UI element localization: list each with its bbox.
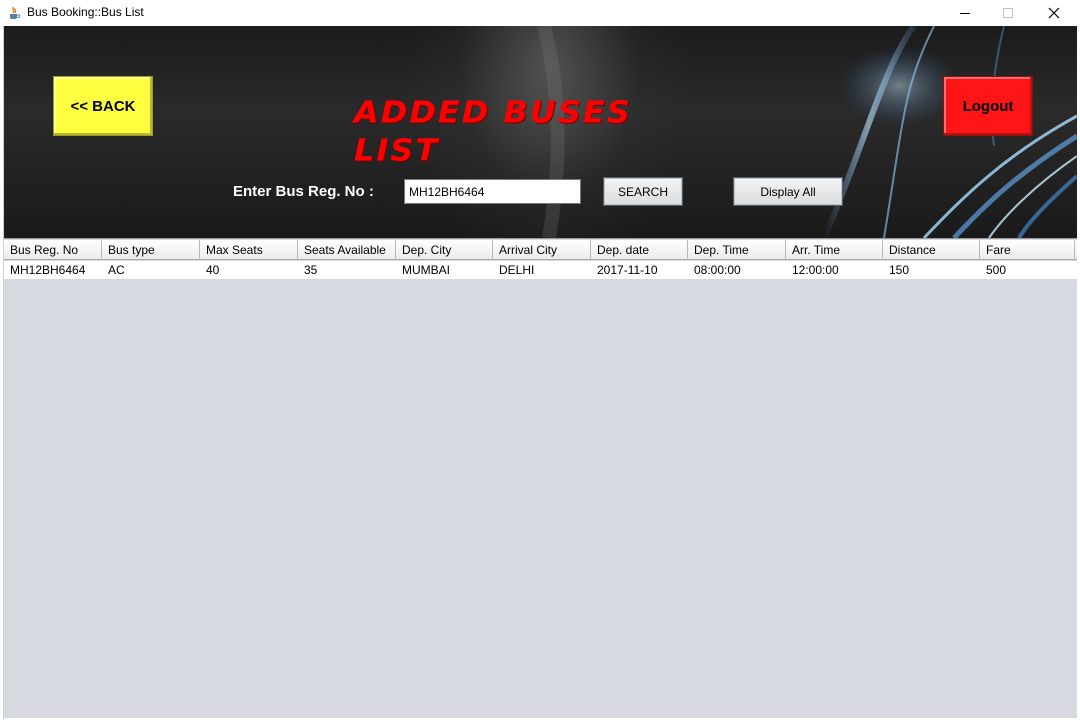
- column-header-max-seats[interactable]: Max Seats: [200, 240, 298, 260]
- java-cup-icon: [6, 5, 22, 21]
- page-title: ADDED BUSES LIST: [354, 93, 632, 169]
- title-bar: Bus Booking::Bus List: [0, 0, 1080, 26]
- cell-distance[interactable]: 150: [883, 261, 980, 279]
- back-button[interactable]: << BACK: [53, 76, 153, 136]
- cell-arrival-city[interactable]: DELHI: [493, 261, 591, 279]
- close-icon: [1048, 7, 1060, 19]
- column-header-bus-reg-no[interactable]: Bus Reg. No: [4, 240, 102, 260]
- table-header: Bus Reg. No Bus type Max Seats Seats Ava…: [4, 240, 1077, 260]
- table-body: MH12BH6464 AC 40 35 MUMBAI DELHI 2017-11…: [4, 261, 1077, 279]
- bus-reg-no-label: Enter Bus Reg. No :: [233, 183, 374, 200]
- cell-seats-available[interactable]: 35: [298, 261, 396, 279]
- cell-arr-time[interactable]: 12:00:00: [786, 261, 883, 279]
- cell-dep-date[interactable]: 2017-11-10: [591, 261, 688, 279]
- column-header-arrival-city[interactable]: Arrival City: [493, 240, 591, 260]
- bus-list-window: Bus Booking::Bus List << BACK ADDED BUSE…: [0, 0, 1080, 720]
- cell-bus-type[interactable]: AC: [102, 261, 200, 279]
- column-header-dep-date[interactable]: Dep. date: [591, 240, 688, 260]
- maximize-icon: [1003, 8, 1013, 18]
- header-banner: [4, 26, 1077, 238]
- window-title: Bus Booking::Bus List: [27, 5, 144, 19]
- minimize-button[interactable]: [942, 0, 988, 26]
- column-header-arr-time[interactable]: Arr. Time: [786, 240, 883, 260]
- column-header-seats-available[interactable]: Seats Available: [298, 240, 396, 260]
- cell-bus-reg-no[interactable]: MH12BH6464: [4, 261, 102, 279]
- logout-button[interactable]: Logout: [943, 76, 1033, 136]
- close-button[interactable]: [1031, 0, 1077, 26]
- maximize-button[interactable]: [985, 0, 1031, 26]
- column-header-dep-city[interactable]: Dep. City: [396, 240, 493, 260]
- column-header-bus-type[interactable]: Bus type: [102, 240, 200, 260]
- cell-dep-time[interactable]: 08:00:00: [688, 261, 786, 279]
- search-button[interactable]: SEARCH: [603, 177, 683, 206]
- bus-list-table: Bus Reg. No Bus type Max Seats Seats Ava…: [4, 238, 1077, 718]
- column-header-distance[interactable]: Distance: [883, 240, 980, 260]
- column-header-fare[interactable]: Fare: [980, 240, 1075, 260]
- cell-fare[interactable]: 500: [980, 261, 1075, 279]
- column-header-dep-time[interactable]: Dep. Time: [688, 240, 786, 260]
- cell-max-seats[interactable]: 40: [200, 261, 298, 279]
- minimize-icon: [960, 13, 970, 14]
- bus-reg-no-input[interactable]: [404, 179, 581, 204]
- table-row[interactable]: MH12BH6464 AC 40 35 MUMBAI DELHI 2017-11…: [4, 261, 1077, 279]
- light-streaks-decoration: [537, 26, 1077, 238]
- cell-dep-city[interactable]: MUMBAI: [396, 261, 493, 279]
- display-all-button[interactable]: Display All: [733, 177, 843, 206]
